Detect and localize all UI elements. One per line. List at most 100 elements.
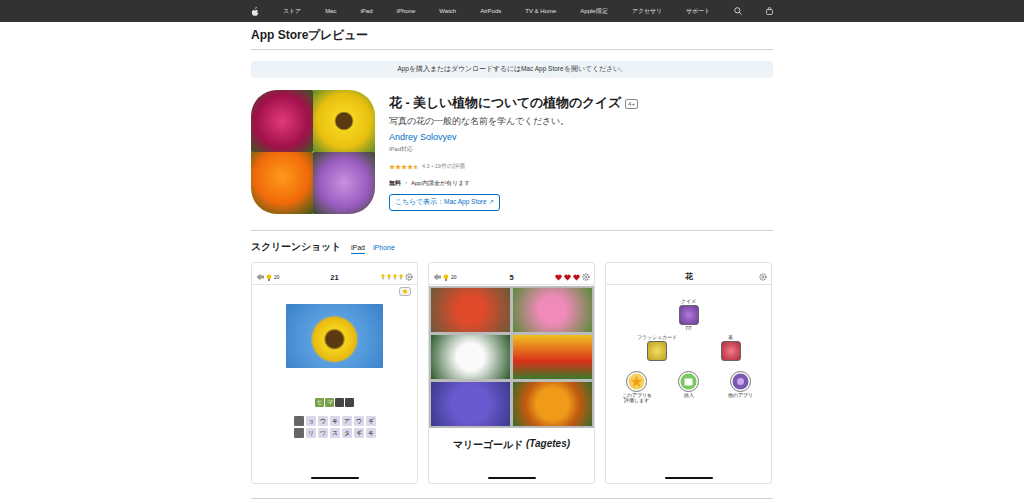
screenshot-card[interactable]: 2021ヒマョウキアウギリワスタギキ [251,262,418,484]
device-tab[interactable]: iPad [351,244,365,254]
letter-key[interactable]: リ [306,428,316,438]
letter-key[interactable]: ワ [318,428,328,438]
nav-link[interactable]: iPhone [397,8,416,14]
flashcards-node[interactable]: フラッシュカード [637,335,677,361]
game-toolbar: 205 [429,270,594,285]
answer-slot[interactable] [335,398,344,407]
rose-photo [251,90,313,152]
answer-letter: マ [327,398,333,407]
cart-icon[interactable] [679,372,698,391]
page-title: App Storeプレビュー [251,27,368,44]
divider [251,498,773,499]
menu-title: 花 [685,272,693,282]
device-tab[interactable]: iPhone [373,244,395,254]
app-title: 花 - 美しい植物についての植物のクイズ [389,95,621,112]
nav-link[interactable]: アクセサリ [632,7,662,16]
letter-key[interactable]: タ [342,428,352,438]
answer-slot[interactable] [345,398,354,407]
key-letter: ョ [308,417,314,426]
latin-name: (Tagetes) [526,438,570,452]
letter-key[interactable]: キ [366,428,376,438]
answer-slot[interactable]: マ [325,398,334,407]
flashcards-icon[interactable] [647,341,667,361]
apps-icon[interactable] [731,372,750,391]
home-indicator [665,477,713,479]
menu-action[interactable]: 購入 [672,371,706,398]
mac-app-store-button[interactable]: こちらで表示：Mac App Store ↗ [389,194,500,211]
nav-link[interactable]: Mac [325,8,336,14]
key-letter: ア [344,417,350,426]
screenshot-list: 2021ヒマョウキアウギリワスタギキ205マリーゴールド(Tagetes)花クイ… [251,262,773,484]
hint-button-icon[interactable] [399,287,411,296]
flashcards-label: フラッシュカード [637,335,677,340]
letter-key[interactable]: ウ [354,416,364,426]
key-letter: ウ [320,417,326,426]
menu-toolbar: 花 [606,270,771,285]
rating-stars [389,164,419,170]
flower-option[interactable] [513,288,592,332]
screenshot-card[interactable]: 花クイズ7/7フラッシュカード 表このアプリを評価します購入他のアプリ [605,262,772,484]
answer-grid [429,286,594,428]
bulb-icon [443,274,449,281]
letter-key[interactable] [294,416,304,426]
flower-option[interactable] [513,382,592,426]
screenshot-card[interactable]: 205 マリーゴールド(Tagetes) [428,262,595,484]
quiz-progress: 7/7 [685,326,691,331]
flower-option[interactable] [513,335,592,379]
key-letter: キ [332,417,338,426]
table-icon[interactable] [721,341,741,361]
answer-slot[interactable]: ヒ [315,398,324,407]
back-arrow-icon[interactable] [433,273,441,281]
nav-link[interactable]: サポート [686,7,710,16]
separator: ・ [403,179,409,188]
mode-menu: クイズ7/7フラッシュカード 表このアプリを評価します購入他のアプリ [606,299,771,403]
gear-icon[interactable] [582,273,590,281]
key-letter: ス [332,429,338,438]
apple-logo-icon[interactable] [251,7,259,16]
letter-key[interactable]: ギ [366,416,376,426]
menu-action[interactable]: このアプリを評価します [620,371,654,403]
nav-link[interactable]: TV & Home [525,8,556,14]
bag-icon[interactable] [766,7,773,15]
star-icon [407,164,413,170]
marigold-photo [251,152,313,214]
letter-key[interactable]: キ [330,416,340,426]
nav-link[interactable]: Watch [439,8,456,14]
bulb-icon [399,274,403,280]
letter-key[interactable]: ス [330,428,340,438]
age-badge: 4+ [625,99,638,109]
quiz-node[interactable]: クイズ7/7 [679,299,699,331]
key-letter: キ [368,429,374,438]
quiz-icon[interactable] [679,305,699,325]
price: 無料 [389,179,401,188]
bulb-icon [393,274,397,280]
gear-icon[interactable] [405,273,413,281]
flower-option[interactable] [431,288,510,332]
divider [251,230,773,231]
gear-icon[interactable] [759,273,767,281]
home-indicator [488,477,536,479]
star-icon[interactable] [627,372,646,391]
flower-option[interactable] [431,382,510,426]
sunflower-photo [286,304,383,368]
nav-link[interactable]: AirPods [480,8,501,14]
hint-count: 20 [451,274,457,280]
heart-icon [573,274,580,281]
back-arrow-icon[interactable] [256,273,264,281]
letter-keyboard: ョウキアウギリワスタギキ [252,416,417,438]
menu-action[interactable]: 他のアプリ [724,371,758,398]
letter-key[interactable] [294,428,304,438]
table-node[interactable]: 表 [721,335,741,361]
developer-link[interactable]: Andrey Solovyev [389,132,638,142]
nav-link[interactable]: Apple限定 [580,7,607,16]
nav-link[interactable]: iPad [361,8,373,14]
letter-key[interactable]: ア [342,416,352,426]
flower-option[interactable] [431,335,510,379]
hint-lamps [369,273,413,281]
nav-link[interactable]: ストア [283,7,301,16]
letter-key[interactable]: ウ [318,416,328,426]
flower-name: マリーゴールド(Tagetes) [429,438,594,452]
letter-key[interactable]: ギ [354,428,364,438]
search-icon[interactable] [734,7,742,15]
letter-key[interactable]: ョ [306,416,316,426]
